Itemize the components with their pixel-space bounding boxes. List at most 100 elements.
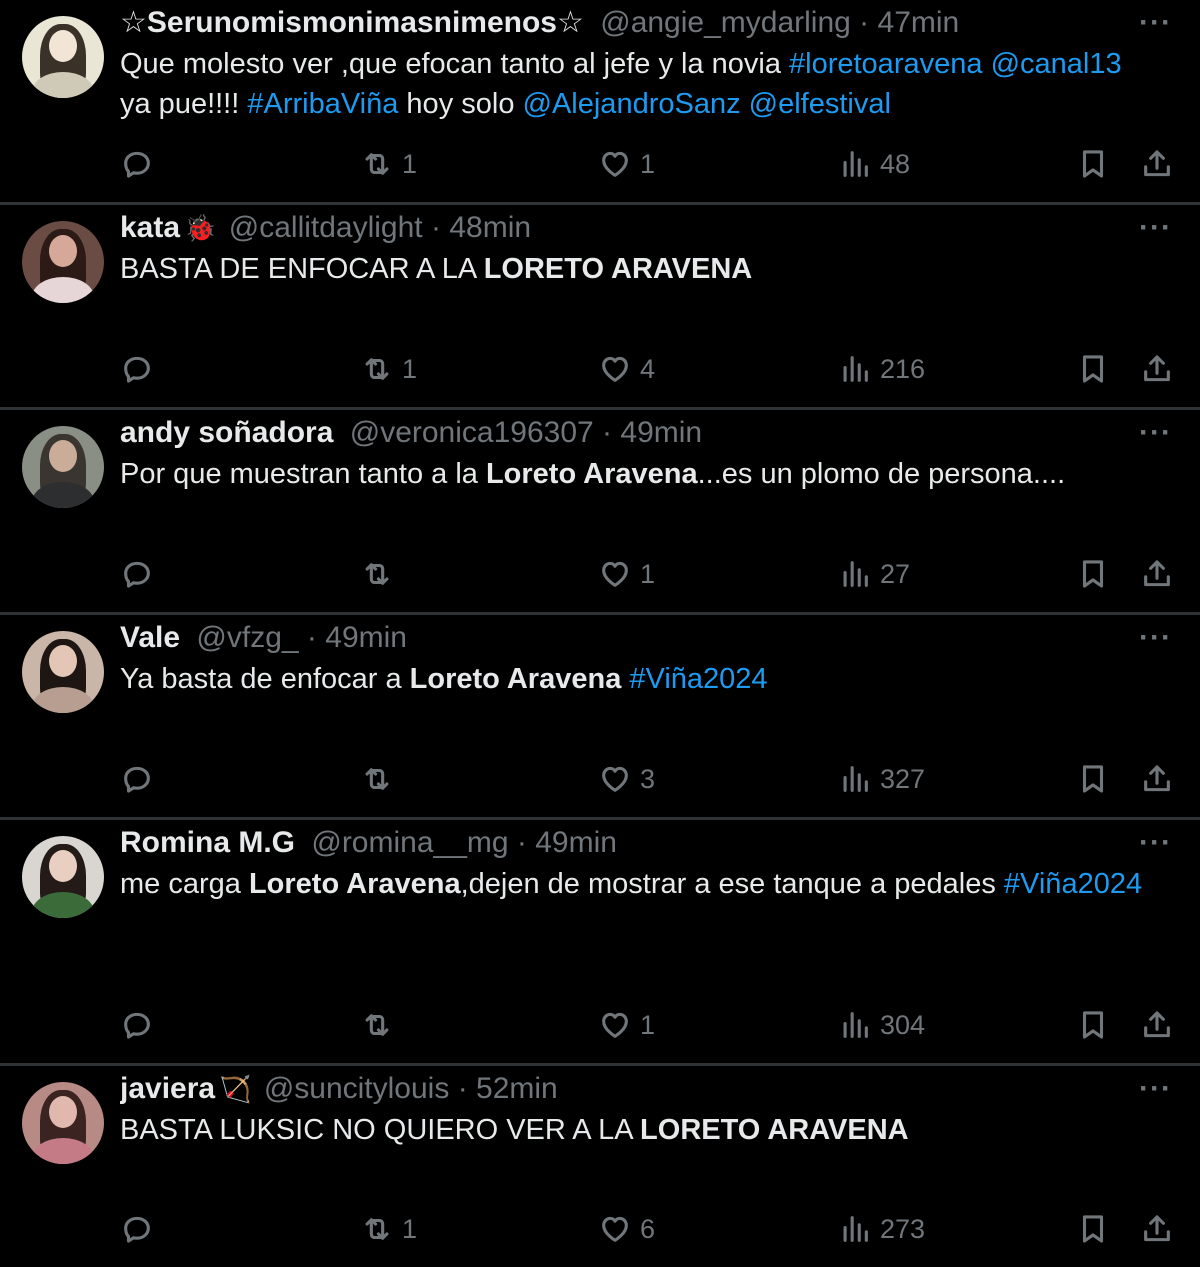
views-button[interactable]: 48 [838, 140, 910, 184]
reply-button[interactable] [120, 550, 162, 594]
bookmark-button[interactable] [1076, 345, 1110, 389]
tweet-actions: 1 6 273 [0, 1205, 1200, 1249]
user-handle[interactable]: @suncitylouis [264, 1072, 450, 1105]
reply-button[interactable] [120, 755, 162, 799]
views-button[interactable]: 273 [838, 1205, 925, 1249]
bookmark-icon [1082, 765, 1104, 793]
display-name[interactable]: javiera [120, 1072, 215, 1105]
tweet-link[interactable]: #Viña2024 [1004, 868, 1142, 900]
avatar[interactable] [22, 426, 104, 508]
tweet-link[interactable]: #ArribaViña [247, 88, 398, 120]
avatar-face [49, 645, 77, 677]
user-handle[interactable]: @vfzg_ [196, 621, 298, 654]
share-button[interactable] [1140, 755, 1174, 799]
views-button[interactable]: 216 [838, 345, 925, 389]
user-handle[interactable]: @veronica196307 [350, 416, 594, 449]
like-button[interactable]: 6 [598, 1205, 655, 1249]
tweet[interactable]: ☆Serunomismonimasnimenos☆ @angie_mydarli… [0, 0, 1200, 205]
tweet-text-bold: Loreto Aravena [485, 458, 698, 490]
display-name[interactable]: ☆Serunomismonimasnimenos☆ [120, 6, 584, 39]
views-button[interactable]: 304 [838, 1001, 925, 1045]
retweet-icon [365, 563, 389, 585]
tweet-link[interactable]: #loretoaravena [789, 48, 982, 80]
more-icon[interactable]: ··· [1139, 211, 1172, 245]
avatar[interactable] [22, 631, 104, 713]
like-button[interactable]: 1 [598, 1001, 655, 1045]
tweet[interactable]: Romina M.G @romina__mg · 49min ··· me ca… [0, 820, 1200, 1066]
views-icon [843, 1215, 868, 1242]
share-button[interactable] [1140, 140, 1174, 184]
more-icon[interactable]: ··· [1139, 1072, 1172, 1106]
more-icon[interactable]: ··· [1139, 416, 1172, 450]
timestamp[interactable]: 48min [449, 211, 531, 244]
tweet[interactable]: javiera 🏹 @suncitylouis · 52min ··· BASTA… [0, 1066, 1200, 1267]
tweet-text: Ya basta de enfocar a Loreto Aravena #Vi… [120, 659, 1160, 699]
tweet-link[interactable]: #Viña2024 [629, 663, 767, 695]
separator-dot: · [306, 621, 317, 654]
reply-button[interactable] [120, 345, 162, 389]
tweet[interactable]: kata 🐞 @callitdaylight · 48min ··· BASTA … [0, 205, 1200, 410]
avatar[interactable] [22, 1082, 104, 1164]
views-button[interactable]: 327 [838, 755, 925, 799]
tweet-feed: ☆Serunomismonimasnimenos☆ @angie_mydarli… [0, 0, 1200, 1267]
display-name[interactable]: andy soñadora [120, 416, 333, 449]
reply-button[interactable] [120, 1001, 162, 1045]
views-icon [843, 150, 868, 177]
retweet-button[interactable]: 1 [360, 345, 417, 389]
like-count: 3 [640, 763, 656, 794]
display-name[interactable]: Romina M.G [120, 826, 295, 859]
reply-button[interactable] [120, 140, 162, 184]
like-count: 1 [640, 558, 656, 589]
bookmark-button[interactable] [1076, 1001, 1110, 1045]
reply-button[interactable] [120, 1205, 162, 1249]
avatar[interactable] [22, 836, 104, 918]
bookmark-button[interactable] [1076, 550, 1110, 594]
share-button[interactable] [1140, 1001, 1174, 1045]
user-handle[interactable]: @angie_mydarling [600, 6, 851, 39]
display-name[interactable]: kata [120, 211, 180, 244]
display-name[interactable]: Vale [120, 621, 180, 654]
retweet-button[interactable] [360, 755, 402, 799]
timestamp[interactable]: 47min [878, 6, 960, 39]
more-icon[interactable]: ··· [1139, 6, 1172, 40]
separator-dot: · [516, 826, 527, 859]
views-button[interactable]: 27 [838, 550, 910, 594]
share-button[interactable] [1140, 550, 1174, 594]
bookmark-button[interactable] [1076, 755, 1110, 799]
tweet-link[interactable]: @canal13 [991, 48, 1122, 80]
bookmark-icon [1082, 1011, 1104, 1039]
share-button[interactable] [1140, 345, 1174, 389]
timestamp[interactable]: 49min [535, 826, 617, 859]
like-button[interactable]: 3 [598, 755, 655, 799]
bookmark-button[interactable] [1076, 1205, 1110, 1249]
bookmark-button[interactable] [1076, 140, 1110, 184]
like-button[interactable]: 1 [598, 140, 655, 184]
retweet-button[interactable] [360, 1001, 402, 1045]
retweet-button[interactable]: 1 [360, 1205, 417, 1249]
avatar[interactable] [22, 221, 104, 303]
like-icon [602, 356, 628, 382]
tweet-text-bold: LORETO ARAVENA [483, 253, 753, 285]
user-handle[interactable]: @romina__mg [311, 826, 508, 859]
share-icon [1144, 765, 1170, 792]
user-handle[interactable]: @callitdaylight [229, 211, 423, 244]
tweet[interactable]: andy soñadora @veronica196307 · 49min ··… [0, 410, 1200, 615]
share-button[interactable] [1140, 1205, 1174, 1249]
timestamp[interactable]: 49min [325, 621, 407, 654]
tweet-text-segment: Por que muestran tanto a la [120, 458, 486, 490]
timestamp[interactable]: 49min [620, 416, 702, 449]
timestamp[interactable]: 52min [476, 1072, 558, 1105]
tweet-link[interactable]: @elfestival [749, 88, 891, 120]
avatar[interactable] [22, 16, 104, 98]
retweet-button[interactable]: 1 [360, 140, 417, 184]
more-icon[interactable]: ··· [1139, 621, 1172, 655]
more-icon[interactable]: ··· [1139, 826, 1172, 860]
tweet-link[interactable]: @AlejandroSanz [523, 88, 741, 120]
tweet[interactable]: Vale @vfzg_ · 49min ··· Ya basta de enfo… [0, 615, 1200, 820]
reply-icon [124, 1216, 150, 1243]
retweet-button[interactable] [360, 550, 402, 594]
like-count: 6 [640, 1213, 656, 1244]
tweet-actions: 1 304 [0, 1001, 1200, 1045]
like-button[interactable]: 4 [598, 345, 655, 389]
like-button[interactable]: 1 [598, 550, 655, 594]
